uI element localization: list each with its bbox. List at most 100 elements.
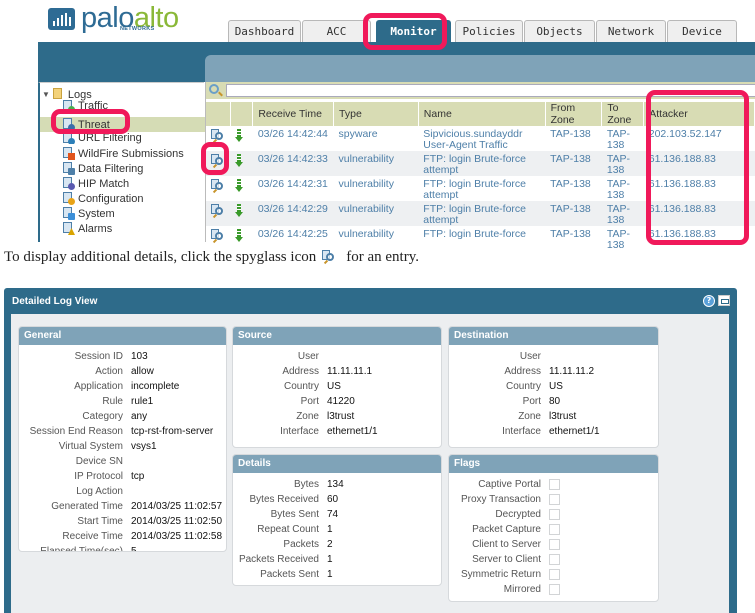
- dialog-title: Detailed Log View: [12, 296, 98, 307]
- to-zone-value[interactable]: TAP-138: [607, 128, 630, 151]
- flag-checkbox[interactable]: [549, 584, 560, 595]
- name-value[interactable]: FTP: login Brute-force attempt: [423, 178, 526, 201]
- flag-checkbox[interactable]: [549, 494, 560, 505]
- table-row[interactable]: 03/26 14:42:33 vulnerability FTP: login Br…: [206, 151, 755, 176]
- tree-item-data-filtering[interactable]: Data Filtering: [40, 161, 206, 176]
- tree-item-url-filtering[interactable]: URL Filtering: [40, 132, 206, 144]
- attacker-value[interactable]: 61.136.188.83: [649, 178, 716, 190]
- data-filtering-icon: [62, 162, 75, 175]
- col-to-zone[interactable]: To Zone: [601, 102, 645, 126]
- name-value[interactable]: FTP: login Brute-force: [423, 228, 526, 240]
- field-row: Bytes 134: [233, 477, 441, 492]
- field-label: Zone: [518, 411, 541, 422]
- download-pcap-icon[interactable]: [234, 229, 243, 243]
- attacker-value[interactable]: 202.103.52.147: [649, 128, 722, 140]
- spyglass-icon[interactable]: [211, 129, 225, 144]
- table-row[interactable]: 03/26 14:42:25 vulnerability FTP: login Br…: [206, 226, 755, 251]
- tab-policies[interactable]: Policies: [455, 20, 523, 42]
- tab-dashboard[interactable]: Dashboard: [228, 20, 301, 42]
- flag-checkbox[interactable]: [549, 569, 560, 580]
- field-row: Category any: [19, 409, 226, 424]
- cell-receive-time: 03/26 14:42:29: [252, 201, 334, 226]
- to-zone-value[interactable]: TAP-138: [607, 178, 630, 201]
- filter-input[interactable]: [226, 84, 755, 97]
- download-pcap-icon[interactable]: [234, 179, 243, 193]
- tab-device[interactable]: Device: [667, 20, 737, 42]
- tab-acc[interactable]: ACC: [302, 20, 371, 42]
- table-row[interactable]: 03/26 14:42:31 vulnerability FTP: login Br…: [206, 176, 755, 201]
- flag-checkbox[interactable]: [549, 479, 560, 490]
- tree-item-system[interactable]: System: [40, 206, 206, 221]
- name-value[interactable]: Sipvicious.sundayddr User-Agent Traffic: [423, 128, 522, 151]
- from-zone-value[interactable]: TAP-138: [550, 128, 591, 140]
- traffic-log-icon: [62, 100, 75, 110]
- to-zone-value[interactable]: TAP-138: [607, 228, 630, 251]
- tab-network[interactable]: Network: [596, 20, 666, 42]
- receive-time-value[interactable]: 03/26 14:42:33: [258, 153, 328, 165]
- spyglass-icon[interactable]: [211, 229, 225, 244]
- tree-item-wildfire[interactable]: WildFire Submissions: [40, 146, 206, 161]
- table-row[interactable]: 03/26 14:42:29 vulnerability FTP: login Br…: [206, 201, 755, 226]
- cell-from-zone: TAP-138: [545, 151, 602, 176]
- receive-time-value[interactable]: 03/26 14:42:31: [258, 178, 328, 190]
- attacker-value[interactable]: 61.136.188.83: [649, 228, 716, 240]
- from-zone-value[interactable]: TAP-138: [550, 228, 591, 240]
- col-name[interactable]: Name: [418, 102, 546, 126]
- tree-item-configuration[interactable]: Configuration: [40, 191, 206, 206]
- tree-item-threat[interactable]: Threat: [40, 117, 206, 132]
- type-value[interactable]: vulnerability: [339, 178, 394, 190]
- flag-checkbox[interactable]: [549, 539, 560, 550]
- spyglass-icon[interactable]: [211, 154, 225, 169]
- download-pcap-icon[interactable]: [234, 154, 243, 168]
- col-type[interactable]: Type: [333, 102, 419, 126]
- expand-triangle-icon[interactable]: ▼: [42, 90, 50, 99]
- field-label: Packet Capture: [472, 524, 541, 535]
- col-attacker[interactable]: Attacker: [643, 102, 755, 126]
- receive-time-value[interactable]: 03/26 14:42:29: [258, 203, 328, 215]
- field-value: incomplete: [131, 381, 180, 392]
- logo-mark-icon: [48, 8, 75, 30]
- field-label: Device SN: [75, 456, 123, 467]
- configuration-icon: [62, 192, 75, 205]
- cell-download: [231, 226, 253, 251]
- spyglass-icon[interactable]: [211, 204, 225, 219]
- type-value[interactable]: spyware: [339, 128, 378, 140]
- tree-item-traffic[interactable]: Traffic: [40, 100, 206, 110]
- to-zone-value[interactable]: TAP-138: [607, 203, 630, 226]
- attacker-value[interactable]: 61.136.188.83: [649, 203, 716, 215]
- cell-attacker: 61.136.188.83: [643, 151, 755, 176]
- flag-checkbox[interactable]: [549, 524, 560, 535]
- type-value[interactable]: vulnerability: [339, 153, 394, 165]
- flag-checkbox[interactable]: [549, 509, 560, 520]
- flag-checkbox[interactable]: [549, 554, 560, 565]
- download-pcap-icon[interactable]: [234, 129, 243, 143]
- receive-time-value[interactable]: 03/26 14:42:44: [258, 128, 328, 140]
- download-pcap-icon[interactable]: [234, 204, 243, 218]
- type-value[interactable]: vulnerability: [339, 203, 394, 215]
- receive-time-value[interactable]: 03/26 14:42:25: [258, 228, 328, 240]
- cell-attacker: 202.103.52.147: [644, 126, 755, 151]
- attacker-value[interactable]: 61.136.188.83: [649, 153, 716, 165]
- field-row: Packet Capture: [449, 522, 658, 537]
- tab-objects[interactable]: Objects: [524, 20, 595, 42]
- col-receive-time[interactable]: Receive Time: [252, 102, 335, 126]
- field-row: Address 11.11.11.2: [449, 364, 658, 379]
- tree-item-alarms[interactable]: Alarms: [40, 221, 206, 236]
- from-zone-value[interactable]: TAP-138: [550, 153, 591, 165]
- from-zone-value[interactable]: TAP-138: [550, 178, 591, 190]
- tab-monitor[interactable]: Monitor: [376, 20, 451, 42]
- maximize-icon[interactable]: [718, 295, 730, 306]
- tree-item-hip-match[interactable]: HIP Match: [40, 176, 206, 191]
- spyglass-icon[interactable]: [211, 179, 225, 194]
- col-from-zone[interactable]: From Zone: [545, 102, 603, 126]
- name-value[interactable]: FTP: login Brute-force attempt: [423, 203, 526, 226]
- table-row[interactable]: 03/26 14:42:44 spyware Sipvicious.sundaydd…: [206, 126, 755, 151]
- to-zone-value[interactable]: TAP-138: [607, 153, 630, 176]
- help-icon[interactable]: ?: [703, 295, 715, 307]
- field-row: Packets Received 1: [233, 552, 441, 567]
- cell-download: [230, 201, 253, 226]
- type-value[interactable]: vulnerability: [339, 228, 394, 240]
- name-value[interactable]: FTP: login Brute-force attempt: [423, 153, 526, 176]
- from-zone-value[interactable]: TAP-138: [550, 203, 591, 215]
- search-icon[interactable]: [209, 84, 219, 94]
